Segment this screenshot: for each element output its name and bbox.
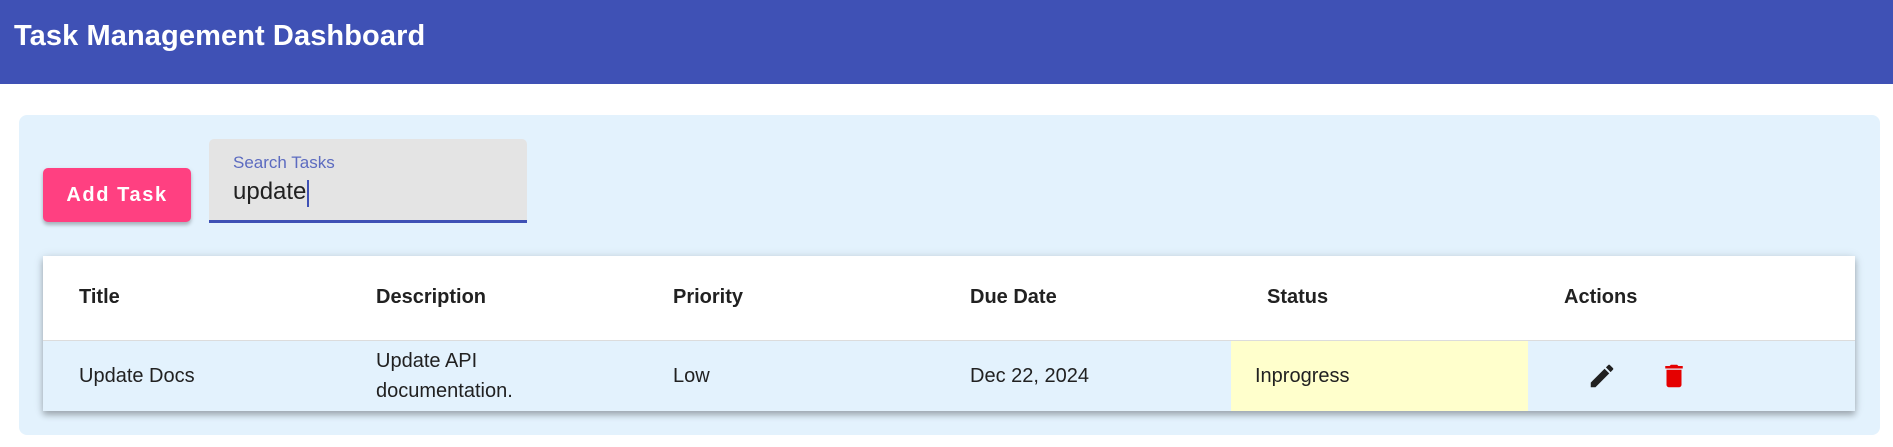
tasks-table: Title Description Priority Due Date Stat… <box>43 256 1855 411</box>
task-due-date: Dec 22, 2024 <box>934 340 1231 411</box>
delete-icon[interactable] <box>1658 360 1690 392</box>
column-header-title[interactable]: Title <box>43 256 340 341</box>
column-header-due-date[interactable]: Due Date <box>934 256 1231 341</box>
table-row: Update Docs Update API documentation. Lo… <box>43 340 1855 411</box>
app-bar: Task Management Dashboard <box>0 0 1893 84</box>
search-input[interactable] <box>233 175 513 209</box>
column-header-description[interactable]: Description <box>340 256 637 341</box>
search-field[interactable]: Search Tasks <box>209 139 527 223</box>
task-description: Update API documentation. <box>340 340 637 411</box>
task-actions <box>1528 340 1855 411</box>
column-header-status[interactable]: Status <box>1231 256 1528 341</box>
app-title: Task Management Dashboard <box>14 20 426 52</box>
task-status: Inprogress <box>1231 340 1528 411</box>
tasks-table-container: Title Description Priority Due Date Stat… <box>43 256 1855 411</box>
column-header-priority[interactable]: Priority <box>637 256 934 341</box>
text-caret <box>307 180 309 207</box>
table-header-row: Title Description Priority Due Date Stat… <box>43 256 1855 341</box>
tasks-panel: Add Task Search Tasks Title Description … <box>19 115 1880 435</box>
edit-icon[interactable] <box>1586 360 1618 392</box>
task-title: Update Docs <box>43 340 340 411</box>
column-header-actions: Actions <box>1528 256 1855 341</box>
add-task-button[interactable]: Add Task <box>43 168 191 222</box>
search-label: Search Tasks <box>233 153 335 172</box>
task-priority: Low <box>637 340 934 411</box>
